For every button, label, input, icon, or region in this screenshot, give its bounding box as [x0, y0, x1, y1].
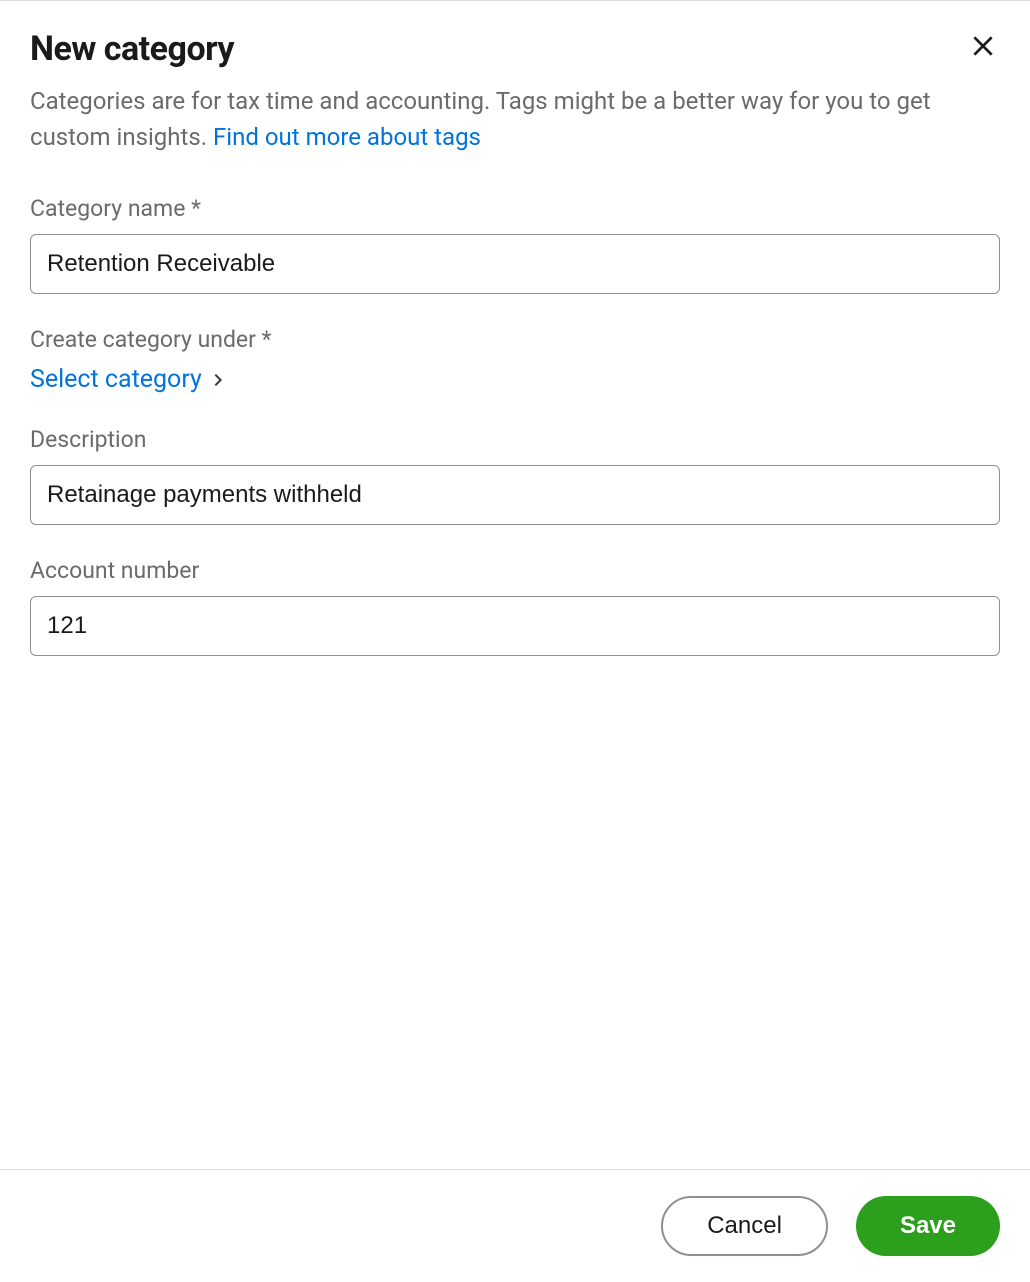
create-under-label: Create category under *: [30, 326, 1000, 353]
category-name-input[interactable]: [30, 234, 1000, 294]
cancel-button[interactable]: Cancel: [661, 1196, 828, 1256]
dialog-title: New category: [30, 29, 234, 69]
category-name-field: Category name *: [30, 195, 1000, 294]
select-category-text: Select category: [30, 365, 202, 394]
description-field: Description: [30, 426, 1000, 525]
account-number-field: Account number: [30, 557, 1000, 656]
account-number-input[interactable]: [30, 596, 1000, 656]
dialog-content: New category Categories are for tax time…: [0, 1, 1030, 1169]
dialog-subtitle: Categories are for tax time and accounti…: [30, 83, 1000, 155]
account-number-label: Account number: [30, 557, 1000, 584]
category-name-label: Category name *: [30, 195, 1000, 222]
header-row: New category: [30, 29, 1000, 69]
create-under-field: Create category under * Select category: [30, 326, 1000, 394]
dialog-footer: Cancel Save: [0, 1169, 1030, 1282]
description-label: Description: [30, 426, 1000, 453]
save-button[interactable]: Save: [856, 1196, 1000, 1256]
description-input[interactable]: [30, 465, 1000, 525]
tags-link[interactable]: Find out more about tags: [213, 123, 481, 151]
select-category-link[interactable]: Select category: [30, 365, 226, 394]
chevron-right-icon: [210, 372, 226, 388]
close-icon[interactable]: [966, 29, 1000, 68]
